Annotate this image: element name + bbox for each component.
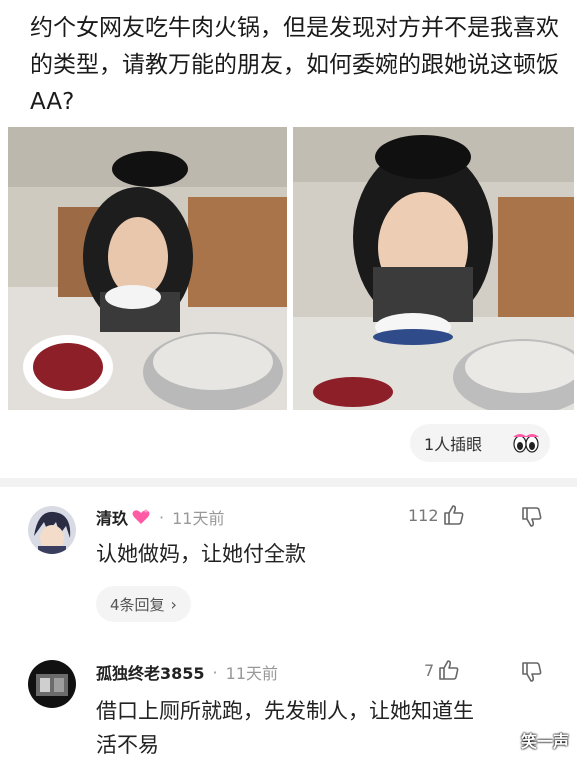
commenter-name[interactable]: 清玖 [96, 505, 128, 529]
comment-text-line: 活不易 [96, 733, 159, 757]
separator-dot: · [159, 507, 165, 527]
thumb-up-icon [443, 505, 463, 525]
comment-time: 11天前 [172, 509, 225, 528]
insert-eye-label: 1人插眼 [424, 435, 483, 454]
avatar-image [28, 506, 76, 554]
avatar-image [28, 660, 76, 708]
view-replies-button[interactable]: 4条回复 › [96, 586, 191, 622]
replies-label: 4条回复 [110, 595, 165, 614]
commenter-name[interactable]: 孤独终老3855 [96, 660, 205, 684]
photo-right[interactable] [293, 127, 574, 410]
comment-text: 借口上厕所就跑，先发制人，让她知道生 活不易 [96, 694, 474, 758]
thumb-up-icon [439, 660, 459, 680]
section-divider [0, 478, 577, 487]
comment-time: 11天前 [225, 664, 279, 683]
insert-eye-button[interactable]: 1人插眼 [410, 424, 550, 462]
thumb-down-icon[interactable] [520, 660, 544, 684]
post-photos [8, 127, 574, 410]
like-button[interactable]: 7 [424, 658, 461, 682]
comment-text: 认她做妈，让她付全款 [96, 542, 306, 566]
post-text: 约个女网友吃牛肉火锅，但是发现对方并不是我喜欢的类型，请教万能的朋友，如何委婉的… [30, 15, 559, 115]
watermark: 笑一声 [520, 732, 569, 751]
comment-header: 孤独终老3855 · 11天前 [96, 660, 278, 684]
comment-text-line: 借口上厕所就跑，先发制人，让她知道生 [96, 699, 474, 723]
avatar[interactable] [28, 506, 76, 554]
like-count: 112 [408, 505, 439, 525]
restaurant-photo-image [293, 127, 574, 410]
separator-dot: · [212, 662, 218, 682]
photo-left[interactable] [8, 127, 287, 410]
like-count: 7 [424, 660, 435, 680]
heart-icon [132, 509, 150, 524]
chevron-right-icon: › [170, 594, 177, 614]
restaurant-photo-image [8, 127, 287, 410]
thumb-down-icon[interactable] [520, 505, 544, 529]
like-button[interactable]: 112 [408, 503, 466, 527]
comment-header: 清玖 · 11天前 [96, 505, 224, 529]
peeking-eyes-icon [513, 434, 539, 453]
avatar[interactable] [28, 660, 76, 708]
